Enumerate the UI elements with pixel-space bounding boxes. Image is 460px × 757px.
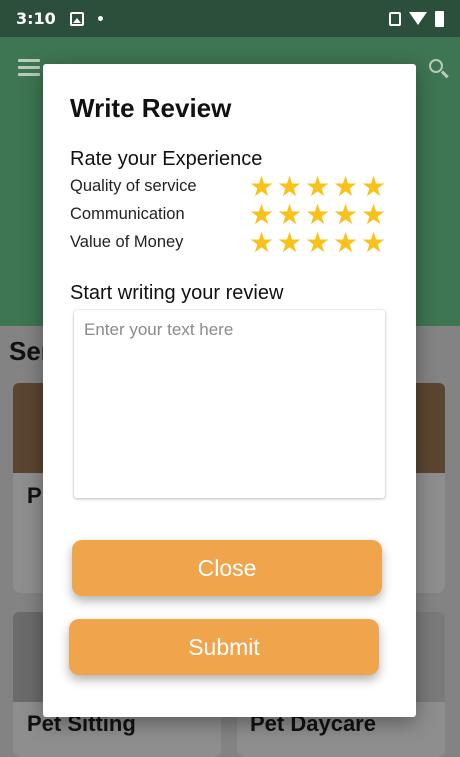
star-icon[interactable]: ★ bbox=[249, 173, 274, 201]
rating-row-communication: Communication ★ ★ ★ ★ ★ bbox=[70, 201, 390, 229]
write-review-dialog: Write Review Rate your Experience Qualit… bbox=[43, 64, 416, 717]
star-icon[interactable]: ★ bbox=[277, 173, 302, 201]
star-icon[interactable]: ★ bbox=[249, 229, 274, 257]
star-rating[interactable]: ★ ★ ★ ★ ★ bbox=[249, 229, 386, 257]
rating-label: Communication bbox=[70, 205, 185, 223]
star-icon[interactable]: ★ bbox=[361, 173, 386, 201]
status-bar: 3:10 bbox=[0, 0, 460, 37]
star-icon[interactable]: ★ bbox=[333, 229, 358, 257]
star-icon[interactable]: ★ bbox=[361, 201, 386, 229]
wifi-icon bbox=[409, 12, 427, 25]
star-icon[interactable]: ★ bbox=[305, 229, 330, 257]
rating-label: Value of Money bbox=[70, 233, 184, 251]
star-icon[interactable]: ★ bbox=[333, 201, 358, 229]
vibrate-icon bbox=[389, 11, 401, 26]
star-icon[interactable]: ★ bbox=[305, 173, 330, 201]
notification-dot-icon bbox=[97, 16, 103, 21]
menu-icon[interactable] bbox=[18, 59, 40, 80]
star-rating[interactable]: ★ ★ ★ ★ ★ bbox=[249, 173, 386, 201]
service-card-title: P bbox=[27, 483, 42, 508]
battery-icon bbox=[435, 10, 444, 27]
rating-label: Quality of service bbox=[70, 177, 197, 195]
review-heading: Start writing your review bbox=[70, 282, 284, 304]
close-button[interactable]: Close bbox=[72, 540, 382, 596]
star-icon[interactable]: ★ bbox=[277, 201, 302, 229]
star-icon[interactable]: ★ bbox=[249, 201, 274, 229]
submit-button[interactable]: Submit bbox=[69, 619, 379, 675]
star-icon[interactable]: ★ bbox=[277, 229, 302, 257]
rate-heading: Rate your Experience bbox=[70, 148, 263, 170]
star-icon[interactable]: ★ bbox=[305, 201, 330, 229]
star-rating[interactable]: ★ ★ ★ ★ ★ bbox=[249, 201, 386, 229]
rating-row-quality: Quality of service ★ ★ ★ ★ ★ bbox=[70, 173, 390, 201]
image-notification-icon bbox=[69, 11, 84, 26]
star-icon[interactable]: ★ bbox=[361, 229, 386, 257]
status-time: 3:10 bbox=[16, 9, 56, 28]
dialog-title: Write Review bbox=[70, 93, 232, 123]
review-input[interactable] bbox=[74, 310, 385, 498]
search-icon[interactable] bbox=[429, 59, 443, 73]
star-icon[interactable]: ★ bbox=[333, 173, 358, 201]
rating-row-value: Value of Money ★ ★ ★ ★ ★ bbox=[70, 229, 390, 257]
